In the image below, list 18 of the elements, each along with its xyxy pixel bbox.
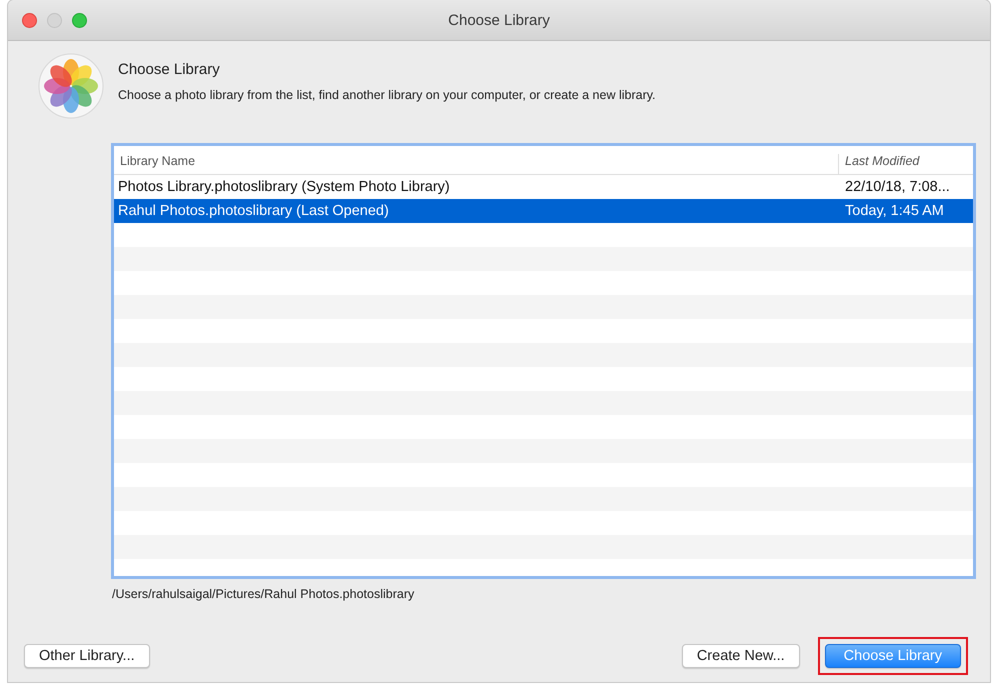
minimize-button[interactable] [47, 12, 62, 28]
library-row[interactable]: Photos Library.photoslibrary (System Photo Library) 22/10/18, 7:08... [114, 175, 973, 199]
dialog-title: Choose Library [118, 61, 221, 78]
last-modified: Today, 1:45 AM [844, 203, 945, 219]
dialog-description: Choose a photo library from the list, find another library on your computer, or create a new library. [118, 88, 656, 102]
create-new-button[interactable]: Create New... [682, 644, 800, 668]
library-row[interactable]: Rahul Photos.photoslibrary (Last Opened) Today, 1:45 AM [114, 199, 973, 223]
column-header[interactable]: Library Name [114, 154, 838, 174]
library-name: Photos Library.photoslibrary (System Photo Library) [117, 179, 451, 195]
zoom-button[interactable] [72, 12, 87, 28]
column-header[interactable]: Last Modified [838, 154, 973, 174]
library-path: /Users/rahulsaigal/Pictures/Rahul Photos.photoslibrary [112, 587, 416, 601]
library-name: Rahul Photos.photoslibrary (Last Opened) [117, 203, 390, 219]
other-library-button[interactable]: Other Library... [24, 644, 150, 668]
flower-icon [38, 53, 104, 119]
window-title: Choose Library [448, 12, 550, 28]
close-button[interactable] [22, 12, 37, 28]
last-modified: 22/10/18, 7:08... [844, 179, 951, 195]
